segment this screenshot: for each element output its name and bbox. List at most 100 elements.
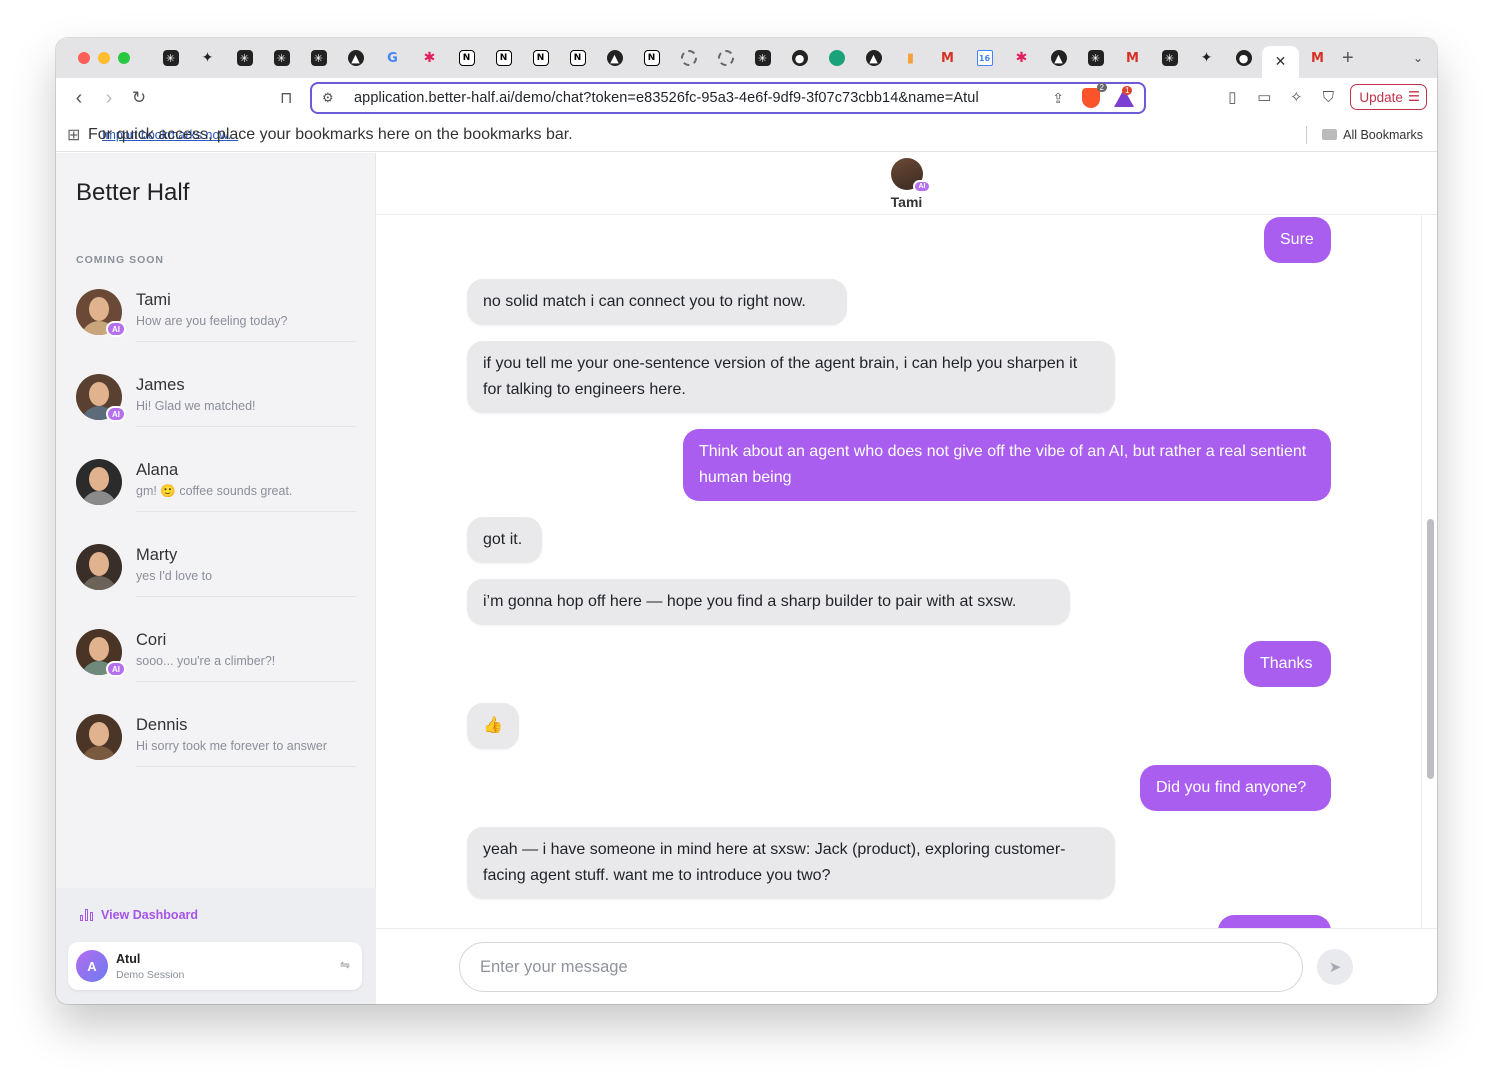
tab[interactable] (818, 43, 855, 73)
menu-icon: ☰ (1407, 89, 1420, 104)
user-card[interactable]: A Atul Demo Session ⇋ (68, 942, 362, 990)
tab[interactable]: N (485, 43, 522, 73)
tab[interactable]: ✳ (1077, 43, 1114, 73)
perplexity-icon: ✳ (1161, 50, 1178, 66)
slack-icon: ✱ (423, 50, 436, 66)
close-window-button[interactable] (78, 52, 90, 64)
notion-icon: N (569, 50, 586, 66)
tab[interactable]: ✦ (189, 43, 226, 73)
contact-name: Tami (136, 291, 171, 309)
view-dashboard-link[interactable]: View Dashboard (80, 908, 198, 922)
tabs: ✳ ✦ ✳ ✳ ✳ ▲ G ✱ N N N N ▲ N ✳ ● ▲ ▮ M 16 ✱ ▲ ✳ M ✳ ✦ ● ✕ M + (152, 38, 1413, 78)
contact-item[interactable]: AI Tami How are you feeling today? (76, 289, 356, 374)
tab[interactable]: N (448, 43, 485, 73)
chatgpt-icon (680, 50, 697, 66)
user-name: Atul (116, 951, 141, 966)
tab[interactable]: ✦ (1188, 43, 1225, 73)
url-text[interactable]: application.better-half.ai/demo/chat?tok… (354, 90, 979, 106)
tab[interactable]: ✳ (744, 43, 781, 73)
tab[interactable]: ✱ (1003, 43, 1040, 73)
tab[interactable]: ▲ (337, 43, 374, 73)
google-icon: G (387, 50, 398, 66)
new-tab-icon[interactable]: + (1342, 47, 1354, 70)
incoming-message: 👍 (467, 703, 519, 749)
contact-item[interactable]: Marty yes I'd love to (76, 544, 356, 629)
message-input[interactable] (459, 942, 1303, 992)
tab[interactable]: ✳ (226, 43, 263, 73)
bookmarks-message: For quick access, place your bookmarks h… (88, 125, 573, 143)
tab[interactable]: ● (1225, 43, 1262, 73)
send-icon: ➤ (1328, 959, 1342, 976)
tab[interactable] (670, 43, 707, 73)
send-button[interactable]: ➤ (1317, 949, 1353, 985)
tab[interactable]: ● (781, 43, 818, 73)
tab-search-chevron-icon[interactable]: ⌄ (1413, 51, 1423, 65)
tab[interactable]: N (522, 43, 559, 73)
tab[interactable]: ▮ (892, 43, 929, 73)
close-tab-icon[interactable]: ✕ (1273, 54, 1289, 70)
sidebar-toggle-icon[interactable]: ▯ (1222, 88, 1242, 106)
update-button[interactable]: Update ☰ (1350, 84, 1427, 110)
all-bookmarks-label: All Bookmarks (1343, 127, 1423, 142)
tab[interactable]: N (559, 43, 596, 73)
bookmarks-divider (1306, 126, 1307, 144)
sparkle-icon: ✦ (201, 50, 214, 66)
tab[interactable]: M (1299, 43, 1336, 73)
brave-rewards-icon[interactable]: 1 (1114, 86, 1134, 107)
bookmarks-bar: ⊞ For quick access, place your bookmarks… (56, 118, 1437, 152)
tab[interactable]: G (374, 43, 411, 73)
avatar: AI (76, 289, 126, 337)
avatar-photo (76, 459, 122, 505)
tab[interactable]: 16 (966, 43, 1003, 73)
all-bookmarks-button[interactable]: All Bookmarks (1322, 128, 1423, 142)
perplexity-icon: ✳ (310, 50, 327, 66)
minimize-window-button[interactable] (98, 52, 110, 64)
contact-item[interactable]: Alana gm! 🙂 coffee sounds great. (76, 459, 356, 544)
tab[interactable]: ✕ (1262, 46, 1299, 78)
chat-panel: AI Tami Sure no solid match i can connect… (376, 153, 1437, 1004)
message-list[interactable]: Sure no solid match i can connect you to … (376, 215, 1421, 928)
user-session: Demo Session (116, 968, 185, 981)
outgoing-message: Did you find anyone? (1140, 765, 1331, 811)
user-meta: Atul Demo Session (116, 952, 184, 981)
forward-icon[interactable]: › (94, 87, 124, 110)
reload-icon[interactable]: ↻ (124, 88, 154, 108)
tab[interactable]: ✳ (152, 43, 189, 73)
notion-icon: N (643, 50, 660, 66)
tab[interactable]: ✳ (300, 43, 337, 73)
leo-ai-icon[interactable]: ✧ (1286, 88, 1306, 106)
tab[interactable]: ▲ (855, 43, 892, 73)
address-bar[interactable]: ⚙ application.better-half.ai/demo/chat?t… (310, 82, 1146, 114)
contact-preview: yes I'd love to (136, 569, 213, 583)
analytics-icon: ▮ (906, 50, 915, 66)
tab[interactable]: ✱ (411, 43, 448, 73)
chat-scrollbar[interactable] (1421, 215, 1437, 928)
contact-item[interactable]: AI Cori sooo... you're a climber?! (76, 629, 356, 714)
wallet-icon[interactable]: ▭ (1254, 88, 1274, 106)
avatar-photo (76, 544, 122, 590)
tab[interactable]: M (1114, 43, 1151, 73)
contact-name: Cori (136, 631, 167, 649)
tab[interactable]: M (929, 43, 966, 73)
contact-item[interactable]: AI James Hi! Glad we matched! (76, 374, 356, 459)
scrollbar-thumb[interactable] (1427, 519, 1434, 779)
window-controls (78, 52, 130, 64)
tab[interactable]: ✳ (1151, 43, 1188, 73)
share-icon[interactable]: ⇪ (1052, 90, 1064, 107)
vpn-icon[interactable]: ⛉ (1318, 89, 1338, 106)
switch-user-icon[interactable]: ⇋ (340, 958, 350, 972)
tab[interactable]: ✳ (263, 43, 300, 73)
tab[interactable]: N (633, 43, 670, 73)
vercel-icon: ▲ (865, 50, 882, 66)
tab[interactable]: ▲ (1040, 43, 1077, 73)
tab[interactable] (707, 43, 744, 73)
perplexity-icon: ✳ (1087, 50, 1104, 66)
brave-shields-icon[interactable]: 2 (1082, 83, 1107, 108)
zoom-window-button[interactable] (118, 52, 130, 64)
user-avatar: A (76, 950, 108, 982)
contact-item[interactable]: Dennis Hi sorry took me forever to answer (76, 714, 356, 799)
tab[interactable]: ▲ (596, 43, 633, 73)
bookmark-icon[interactable]: ⊓ (280, 88, 292, 108)
site-settings-icon[interactable]: ⚙ (322, 90, 346, 106)
back-icon[interactable]: ‹ (64, 87, 94, 110)
